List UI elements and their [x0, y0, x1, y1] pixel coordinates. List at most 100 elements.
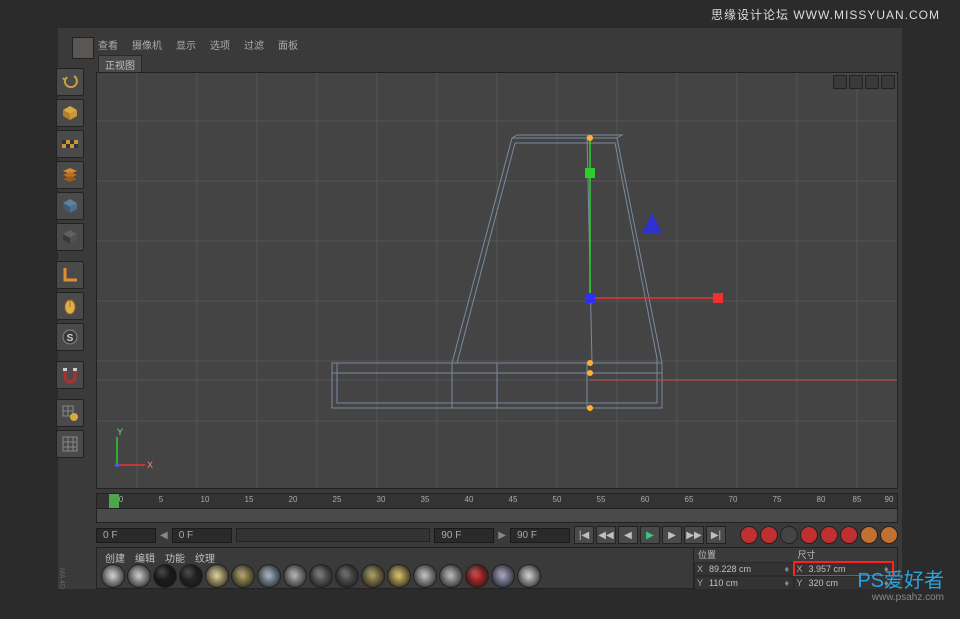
range-end-field[interactable]: 90 F: [434, 528, 494, 543]
material-sphere[interactable]: [283, 564, 307, 588]
key-pos-button[interactable]: [800, 526, 818, 544]
vp-rotate-icon[interactable]: [865, 75, 879, 89]
tick: 70: [729, 495, 738, 504]
tab-create[interactable]: 创建: [105, 550, 125, 560]
separator: [56, 254, 84, 258]
material-list: [101, 564, 541, 588]
menu-view[interactable]: 查看: [98, 37, 118, 55]
app-icon[interactable]: [72, 37, 94, 59]
material-menu: 创建 编辑 功能 纹理: [97, 548, 223, 562]
app-brand: MA 4D: [58, 568, 65, 589]
current-frame-field[interactable]: 0 F: [172, 528, 232, 543]
axis-indicator: Y X: [107, 425, 157, 478]
menu-options[interactable]: 选项: [210, 37, 230, 55]
tick: 60: [641, 495, 650, 504]
material-sphere[interactable]: [101, 564, 125, 588]
undo-icon[interactable]: [56, 68, 84, 96]
tick: 75: [773, 495, 782, 504]
key-pla-button[interactable]: [880, 526, 898, 544]
tick: 50: [553, 495, 562, 504]
tab-function[interactable]: 功能: [165, 550, 185, 560]
gizmo[interactable]: [585, 135, 723, 411]
play-button[interactable]: ▶: [640, 526, 660, 544]
cube-yellow-icon[interactable]: [56, 99, 84, 127]
range-start-field[interactable]: 0 F: [96, 528, 156, 543]
timeline[interactable]: 0 5 10 15 20 25 30 35 40 45 50 55 60 65 …: [96, 493, 898, 523]
record-button[interactable]: [740, 526, 758, 544]
material-sphere[interactable]: [179, 564, 203, 588]
magnet-icon[interactable]: [56, 361, 84, 389]
keyframe-sel-button[interactable]: [780, 526, 798, 544]
tick: 5: [159, 495, 163, 504]
material-sphere[interactable]: [491, 564, 515, 588]
tick: 0: [119, 495, 123, 504]
separator: [56, 392, 84, 396]
material-sphere[interactable]: [205, 564, 229, 588]
checker-icon[interactable]: [56, 130, 84, 158]
menu-panel[interactable]: 面板: [278, 37, 298, 55]
tab-texture[interactable]: 纹理: [195, 550, 215, 560]
pos-x-field[interactable]: X89.228 cm♦: [694, 562, 794, 576]
svg-text:S: S: [67, 333, 74, 344]
timeline-ruler[interactable]: 0 5 10 15 20 25 30 35 40 45 50 55 60 65 …: [97, 494, 897, 508]
tick: 65: [685, 495, 694, 504]
transport-scrubber[interactable]: [236, 528, 431, 542]
project-end-field[interactable]: 90 F: [510, 528, 570, 543]
tick: 15: [245, 495, 254, 504]
material-sphere[interactable]: [439, 564, 463, 588]
goto-start-button[interactable]: |◀: [574, 526, 594, 544]
pos-y-field[interactable]: Y110 cm♦: [694, 576, 794, 590]
vp-zoom-icon[interactable]: [849, 75, 863, 89]
menu-filter[interactable]: 过滤: [244, 37, 264, 55]
prev-key-button[interactable]: ◀◀: [596, 526, 616, 544]
position-header: 位置: [694, 548, 794, 562]
key-param-button[interactable]: [860, 526, 878, 544]
material-sphere[interactable]: [387, 564, 411, 588]
tick: 10: [201, 495, 210, 504]
transport-bar: 0 F ◀ 0 F 90 F ▶ 90 F |◀ ◀◀ ◀ ▶ ▶ ▶▶ ▶|: [96, 525, 898, 545]
material-sphere[interactable]: [361, 564, 385, 588]
grid-icon[interactable]: [56, 430, 84, 458]
menu-camera[interactable]: 摄像机: [132, 37, 162, 55]
key-rot-button[interactable]: [840, 526, 858, 544]
tool-palette: S: [56, 68, 86, 458]
material-sphere[interactable]: [465, 564, 489, 588]
vp-maximize-icon[interactable]: [881, 75, 895, 89]
svg-text:Y: Y: [117, 427, 123, 437]
material-sphere[interactable]: [413, 564, 437, 588]
menu-display[interactable]: 显示: [176, 37, 196, 55]
viewport-controls: [833, 75, 895, 89]
viewport-front[interactable]: Y X: [96, 72, 898, 489]
material-sphere[interactable]: [335, 564, 359, 588]
watermark-top: 思缘设计论坛 WWW.MISSYUAN.COM: [711, 6, 940, 23]
viewport-menu-bar: 查看 摄像机 显示 选项 过滤 面板: [98, 37, 298, 55]
tick: 30: [377, 495, 386, 504]
size-header: 尺寸: [794, 548, 894, 562]
timeline-playhead[interactable]: [109, 494, 119, 508]
timeline-track[interactable]: [97, 508, 897, 522]
material-sphere[interactable]: [309, 564, 333, 588]
mouse-icon[interactable]: [56, 292, 84, 320]
next-key-button[interactable]: ▶▶: [684, 526, 704, 544]
tab-edit[interactable]: 编辑: [135, 550, 155, 560]
cube-blue-icon[interactable]: [56, 192, 84, 220]
autokey-button[interactable]: [760, 526, 778, 544]
tick: 20: [289, 495, 298, 504]
material-sphere[interactable]: [517, 564, 541, 588]
step-fwd-button[interactable]: ▶: [662, 526, 682, 544]
material-sphere[interactable]: [231, 564, 255, 588]
playback-controls: |◀ ◀◀ ◀ ▶ ▶ ▶▶ ▶|: [574, 526, 726, 544]
material-sphere[interactable]: [127, 564, 151, 588]
vp-pan-icon[interactable]: [833, 75, 847, 89]
sphere-s-icon[interactable]: S: [56, 323, 84, 351]
bottom-panel: 创建 编辑 功能 纹理 位置 尺寸 X89.228 cm♦ X3.957 cm♦…: [96, 547, 898, 589]
material-sphere[interactable]: [257, 564, 281, 588]
goto-end-button[interactable]: ▶|: [706, 526, 726, 544]
lshape-icon[interactable]: [56, 261, 84, 289]
layers-icon[interactable]: [56, 161, 84, 189]
cube-dark-icon[interactable]: [56, 223, 84, 251]
play-back-button[interactable]: ◀: [618, 526, 638, 544]
material-sphere[interactable]: [153, 564, 177, 588]
grid-lock-icon[interactable]: [56, 399, 84, 427]
key-scale-button[interactable]: [820, 526, 838, 544]
